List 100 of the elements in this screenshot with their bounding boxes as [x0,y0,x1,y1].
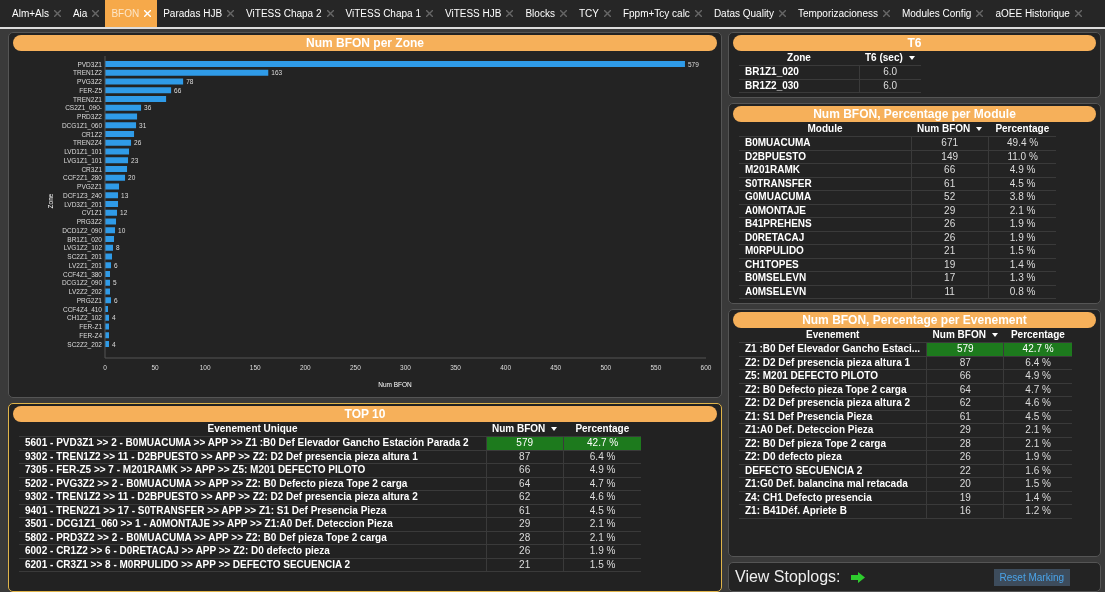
table-cell: 6.0 [859,65,921,79]
column-header[interactable]: T6 (sec) [859,51,921,66]
column-header[interactable]: Num BFON [926,328,1004,343]
table-cell: 26 [486,544,564,558]
arrow-icon[interactable] [850,571,865,583]
close-icon[interactable] [603,10,611,17]
bar[interactable] [105,104,142,111]
bar[interactable] [105,174,126,181]
stoplogs-label: View Stoplogs: [735,568,841,586]
table-cell: 1.9 % [1003,450,1072,464]
bar[interactable] [105,279,110,286]
column-header[interactable]: Percentage [1003,328,1072,343]
table-cell: 64 [486,477,564,491]
table-cell: A0MSELEVN [739,285,911,299]
table-cell: 6002 - CR1Z2 >> 6 - D0RETACAJ >> APP >> Z2: D0 defecto pieza [19,544,486,558]
bar[interactable] [105,183,119,190]
sort-caret-icon[interactable] [991,333,998,337]
bar[interactable] [105,218,116,225]
bar[interactable] [105,69,269,76]
table-cell: Z1: S1 Def Presencia Pieza [739,410,927,424]
close-icon[interactable] [1074,10,1082,17]
close-icon[interactable] [882,10,890,17]
table-cell: M0RPULIDO [739,244,911,258]
table-cell: 7305 - FER-Z5 >> 7 - M201RAMK >> APP >> Z5: M201 DEFECTO PILOTO [19,463,486,477]
bar[interactable] [105,209,117,216]
close-icon[interactable] [559,10,567,17]
sort-caret-icon[interactable] [551,427,558,431]
table-cell: 87 [486,450,564,464]
close-icon[interactable] [92,10,100,17]
column-header[interactable]: Evenement [739,328,927,343]
close-icon[interactable] [506,10,514,17]
bar[interactable] [105,314,109,321]
bar[interactable] [105,113,138,120]
table-cell: 28 [926,437,1004,451]
tab[interactable]: aOEE Historique [989,0,1088,27]
table-cell: Z1:A0 Def. Deteccion Pieza [739,423,927,437]
bar[interactable] [105,157,129,164]
tab[interactable]: Alm+Als [6,0,67,27]
panel-title: TOP 10 [13,406,717,422]
tab[interactable]: ViTESS Chapa 1 [339,0,439,27]
tab[interactable]: Blocks [519,0,573,27]
sort-caret-icon[interactable] [908,56,915,60]
bar[interactable] [105,122,137,129]
bar[interactable] [105,166,128,172]
table-cell: 26 [911,217,989,231]
table-cell: 1.6 % [1003,464,1072,478]
table-cell: 4.9 % [1003,369,1072,383]
column-header[interactable]: Evenement Unique [19,422,486,437]
bar[interactable] [105,192,118,199]
bar[interactable] [105,131,135,137]
table-cell: 28 [486,531,564,545]
table-cell: Z2: D2 Def presencia pieza altura 2 [739,396,927,410]
close-icon[interactable] [227,10,235,17]
close-icon[interactable] [976,10,984,17]
bar[interactable] [105,262,111,269]
column-header[interactable]: Num BFON [911,122,989,137]
tab[interactable]: Modules Config [895,0,990,27]
close-icon[interactable] [326,10,334,17]
column-header[interactable]: Zone [739,51,859,66]
bar[interactable] [105,332,109,339]
close-icon[interactable] [778,10,786,17]
tab[interactable]: Datas Quality [707,0,792,27]
bar[interactable] [105,323,109,330]
close-icon[interactable] [694,10,702,17]
table-cell: 2.1 % [988,204,1057,218]
bar[interactable] [105,297,111,304]
table-cell: 1.3 % [988,271,1057,285]
tab[interactable]: Temporizacioness [791,0,896,27]
close-icon[interactable] [425,10,433,17]
tab[interactable]: Fppm+Tcy calc [616,0,708,27]
table-cell: 6201 - CR3Z1 >> 8 - M0RPULIDO >> APP >> DEFECTO SECUENCIA 2 [19,558,486,572]
table-cell: CH1TOPES [739,258,911,272]
bar[interactable] [105,139,132,146]
bar[interactable] [105,78,184,85]
bar[interactable] [105,227,115,234]
sort-caret-icon[interactable] [976,127,983,131]
bar[interactable] [105,288,110,295]
tab[interactable]: Aia [66,0,106,27]
bar[interactable] [105,253,112,260]
table-cell: G0MUACUMA [739,190,911,204]
column-header[interactable]: Percentage [988,122,1057,137]
bar[interactable] [105,148,130,155]
column-header[interactable]: Module [739,122,911,137]
table-cell: 11.0 % [988,150,1057,164]
table-cell: Z2: D0 defecto pieza [739,450,927,464]
bar[interactable] [105,87,172,94]
close-icon[interactable] [53,10,61,17]
column-header[interactable]: Num BFON [486,422,564,437]
table-cell: 5202 - PVG3Z2 >> 2 - B0MUACUMA >> APP >> Z2: B0 Defecto pieza Tope 2 carga [19,477,486,491]
column-header[interactable]: Percentage [563,422,642,437]
table-cell: 64 [926,383,1004,397]
table-cell: 1.5 % [1003,477,1072,491]
bar[interactable] [105,244,113,251]
table-cell: 11 [911,285,989,299]
table-cell: 4.9 % [563,463,642,477]
table-cell: Z1: B41Déf. Apriete B [739,504,927,518]
tab[interactable]: ViTESS HJB [438,0,520,27]
tab[interactable]: Paradas HJB [157,0,241,27]
tab[interactable]: TCY [572,0,617,27]
tab[interactable]: ViTESS Chapa 2 [240,0,340,27]
